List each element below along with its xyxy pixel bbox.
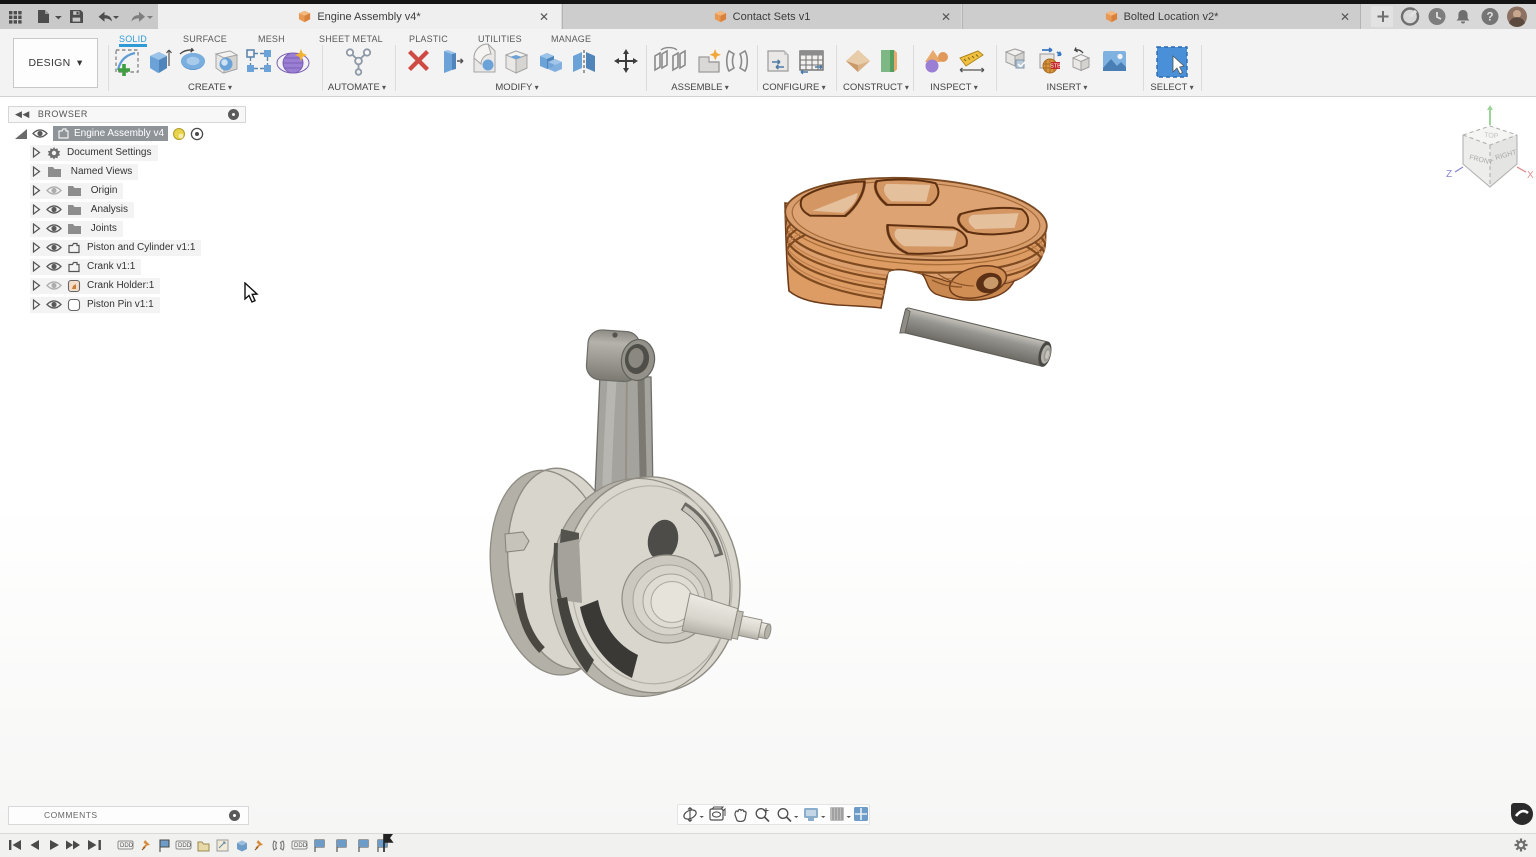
svg-text:X: X <box>1527 170 1534 181</box>
svg-text:?: ? <box>1486 12 1493 24</box>
svg-text:STB: STB <box>1050 64 1061 70</box>
svg-text:DDD: DDD <box>120 843 134 849</box>
svg-text:DDD: DDD <box>294 843 308 849</box>
svg-text:Z: Z <box>1446 169 1452 180</box>
svg-text:TOP: TOP <box>1484 132 1499 140</box>
svg-text:DDD: DDD <box>178 843 192 849</box>
